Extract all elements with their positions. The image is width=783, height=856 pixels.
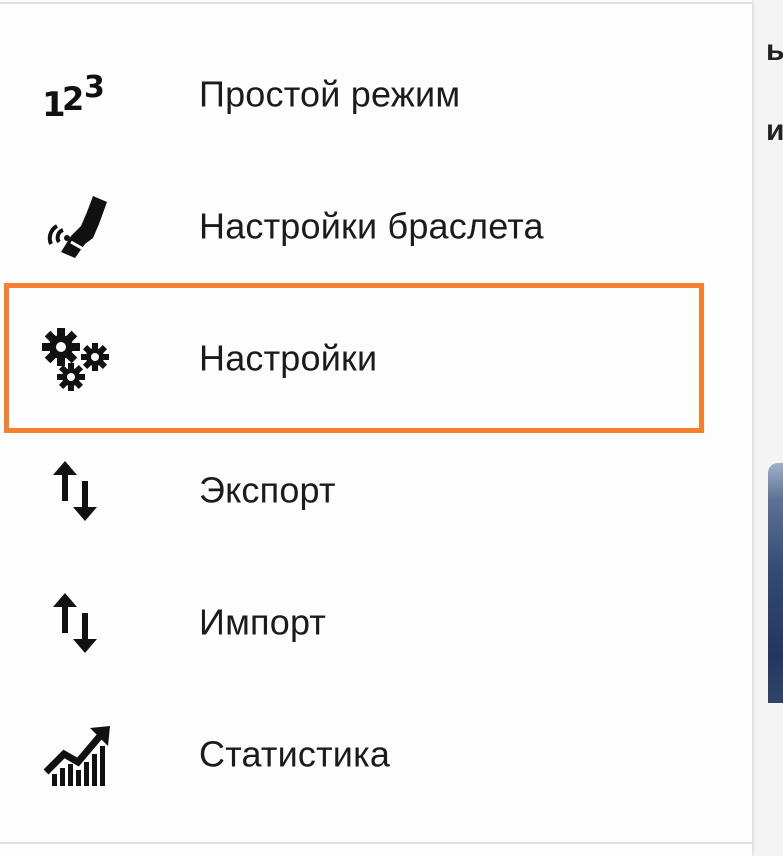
menu-item-label: Статистика (199, 733, 391, 775)
menu-item-label: Настройки браслета (199, 205, 544, 247)
menu-item-label: Простой режим (199, 73, 461, 115)
background-image (768, 463, 783, 703)
swap-vertical-icon (40, 587, 114, 661)
background-app: ы ил (752, 0, 783, 856)
menu-item-settings[interactable]: Настройки (0, 294, 752, 426)
menu-item-export[interactable]: Экспорт (0, 426, 752, 558)
swap-vertical-icon (40, 455, 114, 529)
gears-icon (40, 323, 114, 397)
menu-item-label: Экспорт (199, 469, 336, 511)
drawer-menu: 1 2 3 Простой режим Настройки браслета Н… (0, 30, 752, 822)
divider (0, 2, 752, 4)
menu-item-simple-mode[interactable]: 1 2 3 Простой режим (0, 30, 752, 162)
svg-text:3: 3 (84, 70, 105, 105)
background-text-fragment: ы (766, 34, 783, 67)
wristband-icon (40, 191, 114, 265)
menu-item-import[interactable]: Импорт (0, 558, 752, 690)
numbers-123-icon: 1 2 3 (40, 59, 114, 133)
menu-item-label: Настройки (199, 337, 378, 379)
menu-item-bracelet-settings[interactable]: Настройки браслета (0, 162, 752, 294)
background-text-fragment: ил (766, 114, 783, 147)
divider (0, 842, 752, 844)
trending-chart-icon (40, 719, 114, 793)
menu-item-statistics[interactable]: Статистика (0, 690, 752, 822)
menu-item-label: Импорт (199, 601, 327, 643)
navigation-drawer: 1 2 3 Простой режим Настройки браслета Н… (0, 0, 752, 856)
svg-text:2: 2 (62, 80, 84, 118)
